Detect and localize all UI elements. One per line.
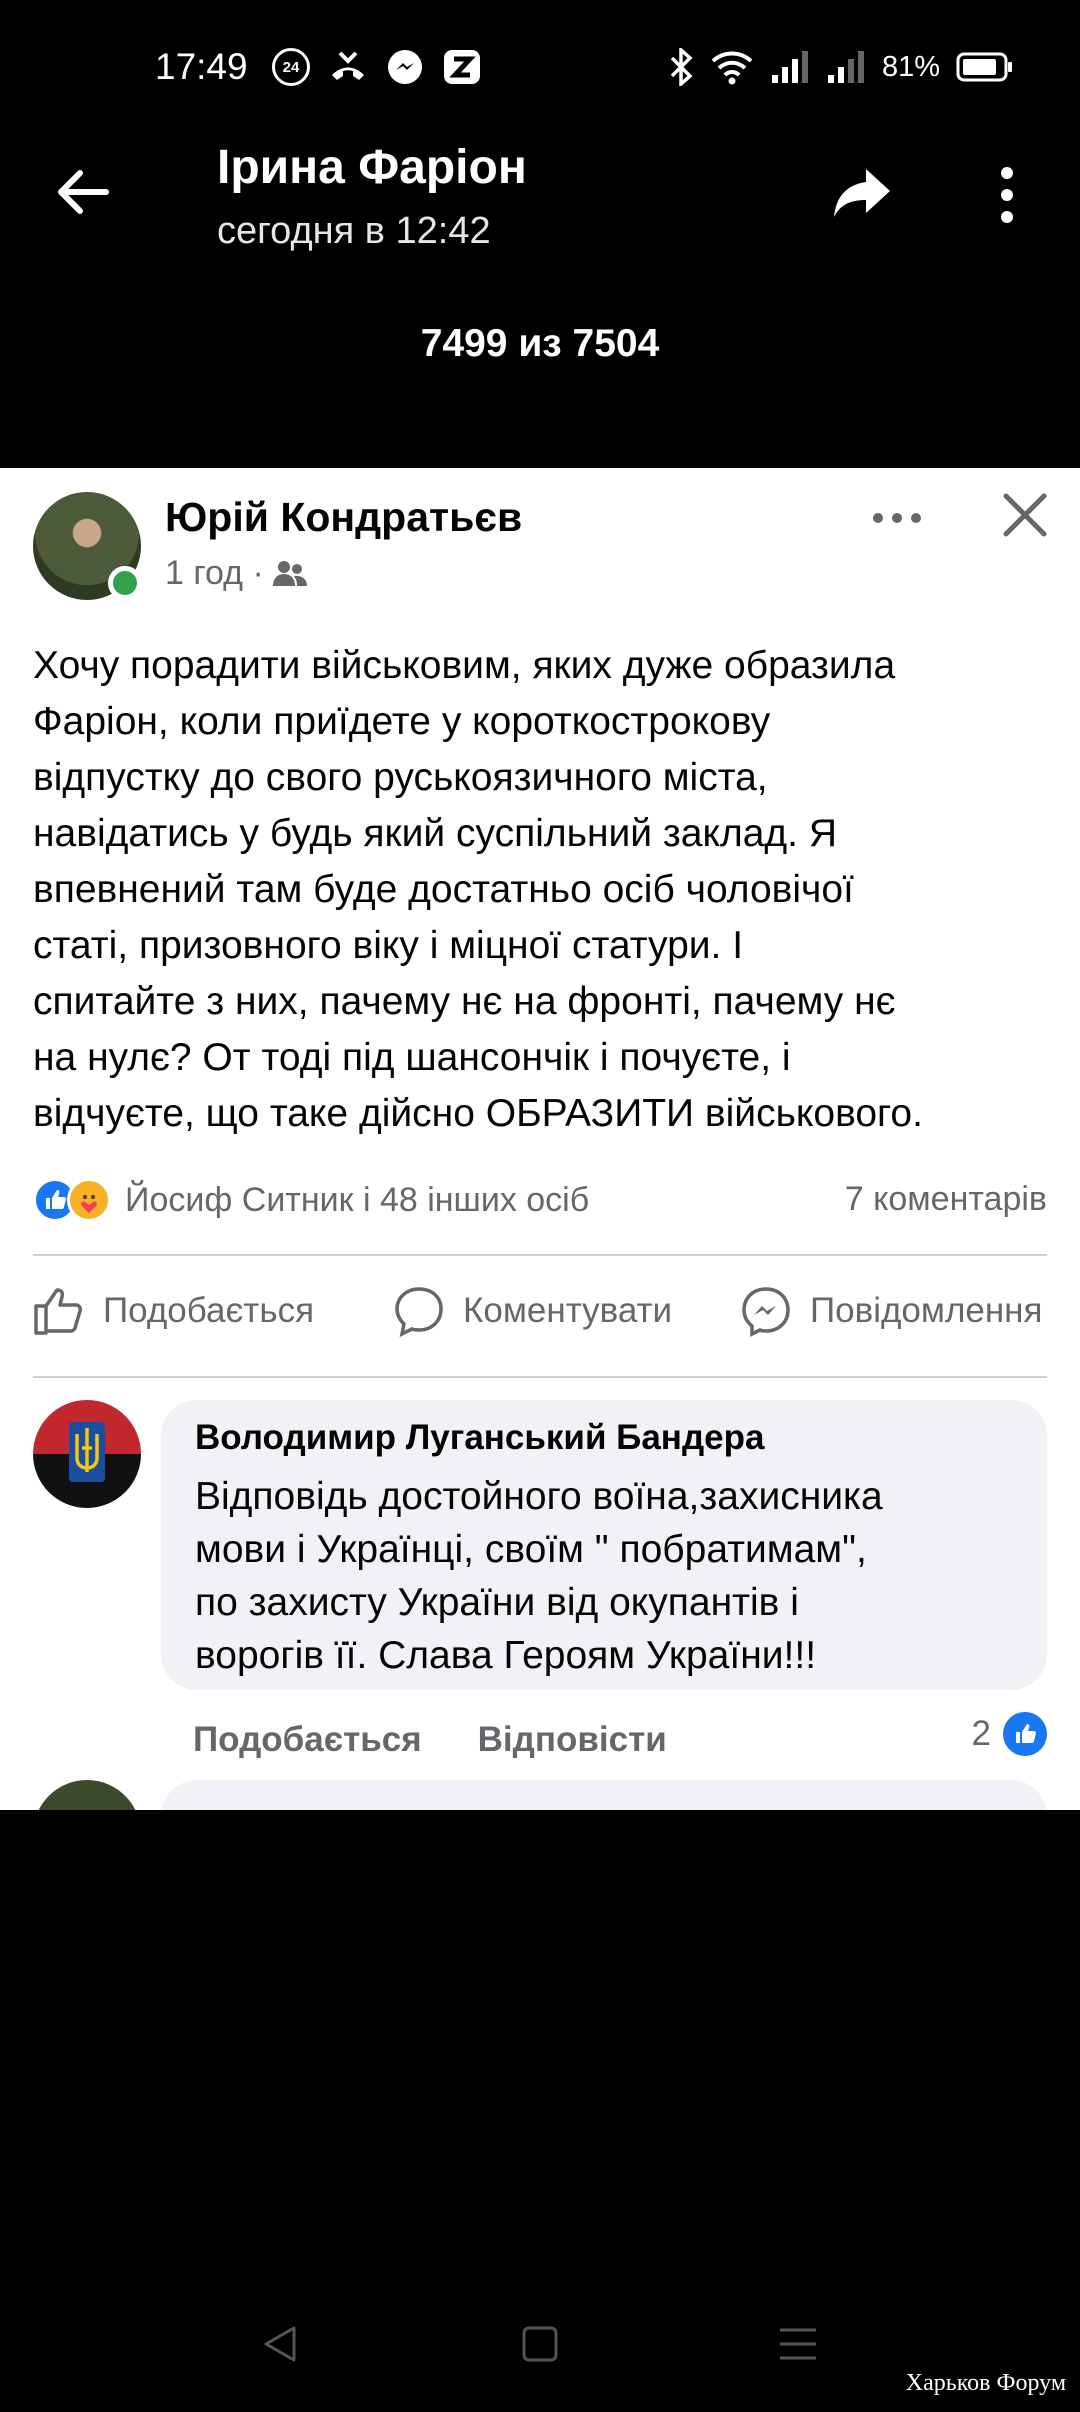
like-icon (34, 1288, 82, 1335)
divider (33, 1376, 1047, 1378)
next-comment-avatar[interactable] (33, 1780, 141, 1810)
more-horizontal-icon[interactable] (872, 508, 922, 528)
image-counter: 7499 из 7504 (420, 322, 660, 365)
signal-icon-2 (827, 51, 864, 83)
status-bar: 17:49 24 81% (0, 0, 1080, 140)
notification-icons: 24 (272, 48, 482, 86)
post-actions: Подобається Коментувати Повідомлення (0, 1256, 1080, 1366)
wifi-icon (711, 51, 753, 85)
comment-actions: Подобається Відповісти (193, 1720, 667, 1760)
comment-author[interactable]: Володимир Луганський Бандера (195, 1418, 1013, 1458)
bluetooth-icon (670, 48, 693, 86)
comment-reply-button[interactable]: Відповісти (478, 1720, 667, 1760)
arrow-left-icon[interactable] (52, 162, 112, 222)
next-comment-bubble (161, 1780, 1047, 1810)
signal-icon (771, 51, 808, 83)
comment-label: Коментувати (463, 1291, 673, 1330)
comment-text: Відповідь достойного воїна,захисника мов… (195, 1475, 883, 1677)
comment-like-button[interactable]: Подобається (193, 1720, 422, 1760)
comment-button[interactable]: Коментувати (393, 1256, 672, 1366)
comment-avatar[interactable] (33, 1400, 141, 1508)
hd-24-icon: 24 (272, 48, 310, 86)
nav-back-icon[interactable] (258, 2322, 302, 2366)
post-time: 1 год · (165, 554, 264, 592)
post-author[interactable]: Юрій Кондратьєв (165, 494, 522, 541)
comment-bubble: Володимир Луганський Бандера Відповідь д… (161, 1400, 1047, 1690)
status-time: 17:49 (155, 46, 248, 87)
comment-likes[interactable]: 2 (972, 1712, 1047, 1756)
system-icons: 81% (668, 48, 1014, 86)
page-title: Ірина Фаріон (217, 141, 527, 194)
online-status-dot (108, 566, 142, 600)
share-icon[interactable] (832, 165, 892, 221)
like-label: Подобається (103, 1291, 315, 1330)
friends-icon (272, 560, 307, 586)
messenger-icon (742, 1287, 790, 1337)
more-vertical-icon[interactable] (995, 165, 1019, 225)
screen: { "status_bar": { "time": "17:49", "noti… (0, 0, 1080, 2412)
battery-icon (956, 52, 1012, 82)
reactions-summary[interactable]: Йосиф Ситник і 48 інших осіб (33, 1178, 589, 1222)
nav-home-icon[interactable] (518, 2322, 562, 2366)
reactions-text: Йосиф Ситник і 48 інших осіб (125, 1180, 590, 1219)
comment-likes-count: 2 (971, 1714, 991, 1753)
post-text: Хочу порадити військовим, яких дуже обра… (33, 644, 923, 1135)
messenger-icon (388, 50, 422, 84)
comment-icon (395, 1287, 443, 1337)
message-button[interactable]: Повідомлення (740, 1256, 1042, 1366)
reaction-icons (33, 1178, 111, 1222)
post-meta: 1 год · (165, 554, 308, 593)
comments-count[interactable]: 7 коментарів (845, 1180, 1047, 1219)
post-screenshot: Юрій Кондратьєв 1 год · Хочу порадити ві… (0, 468, 1080, 1810)
care-reaction-icon (67, 1178, 111, 1222)
missed-call-icon (332, 51, 364, 80)
trident-icon (69, 1422, 105, 1482)
zalo-icon (444, 50, 480, 84)
battery-percent: 81% (881, 50, 940, 83)
page-subtitle: сегодня в 12:42 (217, 210, 491, 252)
like-button[interactable]: Подобається (33, 1256, 314, 1366)
message-label: Повідомлення (810, 1291, 1043, 1330)
watermark: Харьков Форум (905, 2370, 1066, 2396)
nav-recents-icon[interactable] (776, 2322, 820, 2366)
close-icon[interactable] (1000, 490, 1050, 540)
like-reaction-icon (1003, 1712, 1047, 1756)
